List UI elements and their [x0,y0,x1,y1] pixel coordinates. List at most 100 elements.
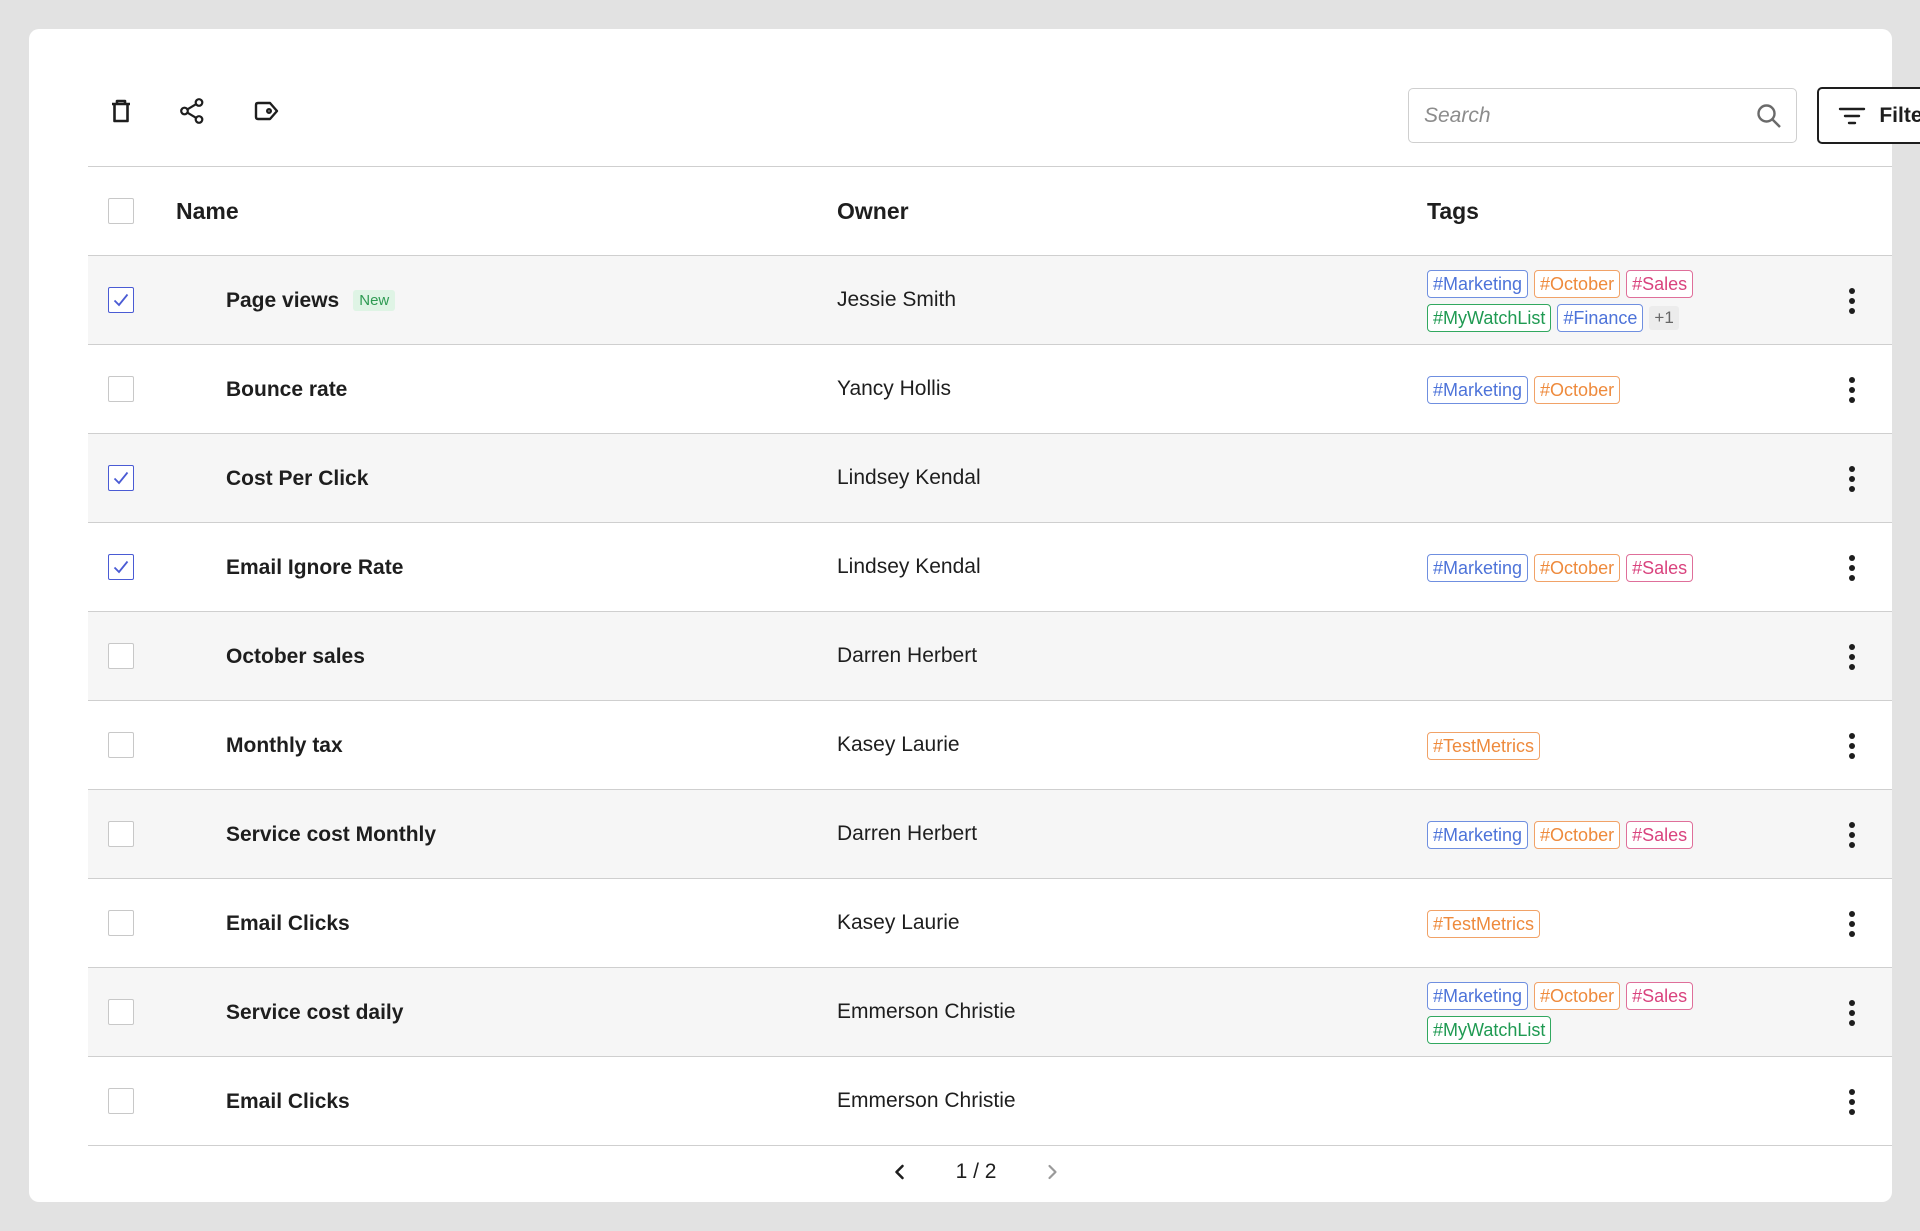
table-row[interactable]: Email Ignore Rate Lindsey Kendal #Marketin… [88,523,1892,612]
row-name[interactable]: Service cost Monthly [226,823,436,847]
search-icon[interactable] [1754,101,1784,131]
more-vertical-icon[interactable] [1838,908,1866,940]
tag-chip[interactable]: #Marketing [1427,269,1529,298]
table-row[interactable]: Service cost Monthly Darren Herbert #Marke… [88,790,1892,879]
tag-chip[interactable]: #Sales [1626,820,1694,849]
tag-chip[interactable]: #MyWatchList [1427,1015,1552,1044]
row-name-cell: Email Clicks [226,879,350,968]
trash-icon[interactable] [105,95,137,127]
row-tags: #Marketing #October #Sales [1427,790,1757,879]
chevron-right-icon[interactable] [1038,1158,1066,1186]
table-row[interactable]: October sales Darren Herbert [88,612,1892,701]
table-row[interactable]: Email Clicks Kasey Laurie #TestMetrics [88,879,1892,968]
pagination: 1 / 2 [29,1152,1892,1192]
tag-chip[interactable]: #Sales [1626,553,1694,582]
row-tags: #Marketing #October [1427,345,1757,434]
row-name[interactable]: Monthly tax [226,734,343,758]
row-checkbox[interactable] [108,376,134,402]
row-checkbox[interactable] [108,554,134,580]
more-vertical-icon[interactable] [1838,997,1866,1029]
share-icon[interactable] [176,95,208,127]
row-owner: Lindsey Kendal [837,555,981,578]
tag-chip[interactable]: #Marketing [1427,375,1529,404]
row-name-cell: Monthly tax [226,701,343,790]
row-name-cell: Cost Per Click [226,434,368,523]
row-owner: Lindsey Kendal [837,466,981,489]
row-name[interactable]: Service cost daily [226,1001,403,1025]
metrics-card: Filter Name Owner Tags Page views New Jess… [29,29,1920,1202]
filter-button[interactable]: Filter [1817,87,1920,144]
row-owner: Yancy Hollis [837,377,951,400]
more-vertical-icon[interactable] [1838,463,1866,495]
row-checkbox[interactable] [108,999,134,1025]
row-checkbox[interactable] [108,732,134,758]
search-box[interactable] [1408,88,1797,143]
tag-chip[interactable]: #Sales [1626,981,1694,1010]
table-row[interactable]: Email Clicks Emmerson Christie [88,1057,1892,1146]
row-owner: Kasey Laurie [837,733,960,756]
row-name[interactable]: Page views [226,289,339,313]
tag-chip[interactable]: #October [1534,553,1621,582]
more-vertical-icon[interactable] [1838,374,1866,406]
row-name[interactable]: October sales [226,645,365,669]
column-header-name[interactable]: Name [176,167,239,256]
table-row[interactable]: Monthly tax Kasey Laurie #TestMetrics [88,701,1892,790]
more-vertical-icon[interactable] [1838,641,1866,673]
toolbar: Filter [88,29,1920,144]
table-row[interactable]: Bounce rate Yancy Hollis #Marketing #Octobe… [88,345,1892,434]
row-checkbox[interactable] [108,821,134,847]
more-vertical-icon[interactable] [1838,552,1866,584]
row-name[interactable]: Bounce rate [226,378,347,402]
row-checkbox[interactable] [108,643,134,669]
tag-chip[interactable]: #Marketing [1427,820,1529,849]
tag-chip[interactable]: #TestMetrics [1427,909,1541,938]
row-tags [1427,434,1757,523]
table-row[interactable]: Page views New Jessie Smith #Marketing #Octo… [88,256,1892,345]
select-all-checkbox[interactable] [108,198,134,224]
row-name[interactable]: Email Clicks [226,1090,350,1114]
row-name[interactable]: Cost Per Click [226,467,368,491]
more-vertical-icon[interactable] [1838,730,1866,762]
row-owner: Jessie Smith [837,288,957,311]
row-name-cell: Bounce rate [226,345,347,434]
row-checkbox[interactable] [108,465,134,491]
column-header-tags[interactable]: Tags [1427,167,1479,256]
row-checkbox[interactable] [108,1088,134,1114]
tag-chip[interactable]: #TestMetrics [1427,731,1541,760]
table-header: Name Owner Tags [88,167,1892,256]
more-vertical-icon[interactable] [1838,285,1866,317]
tag-chip[interactable]: #October [1534,375,1621,404]
row-checkbox[interactable] [108,287,134,313]
row-name[interactable]: Email Clicks [226,912,350,936]
more-vertical-icon[interactable] [1838,1086,1866,1118]
row-name-cell: October sales [226,612,365,701]
row-name[interactable]: Email Ignore Rate [226,556,403,580]
more-tags-count[interactable]: +1 [1649,305,1679,330]
filter-label: Filter [1879,103,1920,127]
row-tags: #Marketing #October #Sales [1427,523,1757,612]
filter-icon [1839,107,1866,124]
tag-chip[interactable]: #Marketing [1427,981,1529,1010]
tag-chip[interactable]: #October [1534,981,1621,1010]
tag-chip[interactable]: #October [1534,820,1621,849]
table-row[interactable]: Service cost daily Emmerson Christie #Mark… [88,968,1892,1057]
tag-icon[interactable] [250,95,282,127]
row-name-cell: Service cost daily [226,968,403,1057]
row-tags: #TestMetrics [1427,879,1757,968]
row-owner: Emmerson Christie [837,1000,1016,1023]
tag-chip[interactable]: #MyWatchList [1427,303,1552,332]
tag-chip[interactable]: #Finance [1557,303,1644,332]
table-row[interactable]: Cost Per Click Lindsey Kendal [88,434,1892,523]
row-tags: #Marketing #October #Sales #MyWatchList [1427,968,1757,1057]
tag-chip[interactable]: #Marketing [1427,553,1529,582]
column-header-owner[interactable]: Owner [837,167,909,256]
search-input[interactable] [1409,89,1729,142]
row-checkbox[interactable] [108,910,134,936]
row-name-cell: Service cost Monthly [226,790,436,879]
tag-chip[interactable]: #October [1534,269,1621,298]
tag-chip[interactable]: #Sales [1626,269,1694,298]
more-vertical-icon[interactable] [1838,819,1866,851]
row-tags: #TestMetrics [1427,701,1757,790]
row-owner: Kasey Laurie [837,911,960,934]
row-owner: Darren Herbert [837,822,978,845]
